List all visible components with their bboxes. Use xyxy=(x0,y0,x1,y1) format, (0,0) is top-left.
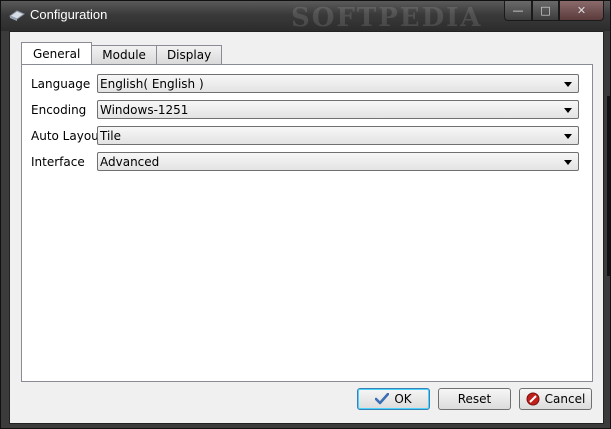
auto-layout-value: Tile xyxy=(100,129,122,143)
language-row: Language English( English ) xyxy=(31,74,581,94)
interface-label: Interface xyxy=(31,155,85,169)
chevron-down-icon xyxy=(564,160,572,165)
ok-label: OK xyxy=(394,392,412,406)
ok-button[interactable]: OK xyxy=(357,388,430,410)
tab-label: Module xyxy=(102,48,146,62)
cancel-button[interactable]: Cancel xyxy=(519,388,592,410)
cancel-label: Cancel xyxy=(544,392,586,406)
tab-label: Display xyxy=(166,48,212,62)
config-icon xyxy=(8,8,26,22)
encoding-select[interactable]: Windows-1251 xyxy=(97,100,579,119)
window-title: Configuration xyxy=(30,7,108,22)
title-bar[interactable]: Configuration SOFTPEDIA — □ ✕ xyxy=(1,1,610,33)
maximize-icon: □ xyxy=(540,4,551,17)
encoding-label: Encoding xyxy=(31,103,87,117)
language-select[interactable]: English( English ) xyxy=(97,74,579,93)
language-value: English( English ) xyxy=(100,77,204,91)
auto-layout-row: Auto Layout Tile xyxy=(31,126,581,146)
reset-label: Reset xyxy=(457,392,492,406)
caption-buttons: — □ ✕ xyxy=(504,1,604,21)
encoding-value: Windows-1251 xyxy=(100,103,189,117)
tab-strip: General Module Display xyxy=(21,42,223,64)
dialog-client-area: General Module Display Language English(… xyxy=(9,31,604,424)
interface-row: Interface Advanced xyxy=(31,152,581,172)
auto-layout-select[interactable]: Tile xyxy=(97,126,579,145)
chevron-down-icon xyxy=(564,134,572,139)
chevron-down-icon xyxy=(564,108,572,113)
close-icon: ✕ xyxy=(576,4,587,17)
checkmark-icon xyxy=(375,393,390,405)
auto-layout-label: Auto Layout xyxy=(31,129,104,143)
language-label: Language xyxy=(31,77,91,91)
tab-module[interactable]: Module xyxy=(91,45,157,64)
tab-display[interactable]: Display xyxy=(155,45,223,64)
tab-label: General xyxy=(33,46,81,61)
minimize-icon: — xyxy=(512,4,524,17)
reset-button[interactable]: Reset xyxy=(438,388,511,410)
close-button[interactable]: ✕ xyxy=(559,1,604,21)
configuration-window: Configuration SOFTPEDIA — □ ✕ General Mo… xyxy=(0,0,611,429)
maximize-button[interactable]: □ xyxy=(532,1,559,21)
watermark: SOFTPEDIA xyxy=(291,3,483,33)
minimize-button[interactable]: — xyxy=(504,1,532,21)
cancel-icon xyxy=(526,392,540,406)
interface-select[interactable]: Advanced xyxy=(97,152,579,171)
tab-general[interactable]: General xyxy=(21,42,93,64)
encoding-row: Encoding Windows-1251 xyxy=(31,100,581,120)
chevron-down-icon xyxy=(564,82,572,87)
window-edge xyxy=(607,96,610,276)
general-panel: Language English( English ) Encoding Win… xyxy=(21,64,593,382)
interface-value: Advanced xyxy=(100,155,160,169)
